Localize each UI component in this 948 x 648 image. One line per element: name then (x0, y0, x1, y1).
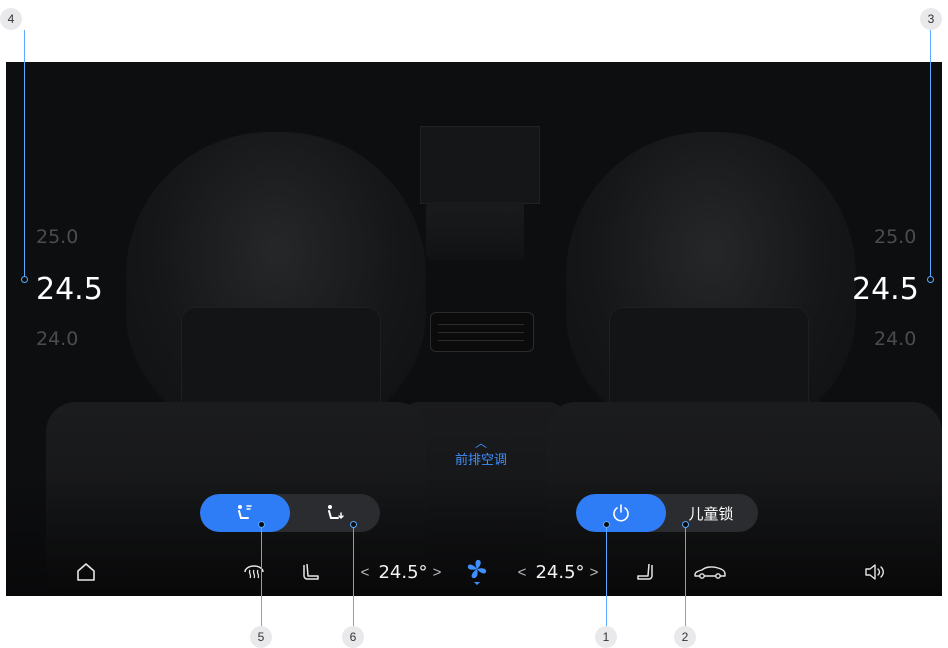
callout-5: 5 (250, 626, 272, 648)
rear-defrost-button[interactable] (236, 548, 272, 596)
airflow-face-button[interactable] (200, 494, 290, 532)
seat-ventilation-icon (634, 561, 654, 583)
child-lock-button[interactable]: 儿童锁 (666, 494, 756, 532)
callout-dot-3 (927, 276, 934, 283)
home-button[interactable] (68, 548, 104, 596)
fan-button[interactable] (462, 548, 492, 596)
power-icon (611, 503, 631, 523)
power-button[interactable] (576, 494, 666, 532)
car-settings-button[interactable] (690, 548, 730, 596)
airflow-feet-icon (324, 503, 346, 523)
callout-2: 2 (674, 626, 696, 648)
callout-dot-4 (21, 276, 28, 283)
callout-4: 4 (0, 8, 22, 30)
callout-line-6 (353, 524, 354, 626)
front-ac-label: 前排空调 (454, 452, 507, 467)
seat-heat-icon (302, 561, 322, 583)
callout-3: 3 (920, 8, 942, 30)
volume-icon (863, 562, 889, 582)
left-arrow-prev: < (360, 563, 370, 581)
callout-6: 6 (342, 626, 364, 648)
climate-screen: 25.0 24.5 24.0 25.0 24.5 24.0 ︿ 前排空调 儿童锁 (6, 62, 942, 596)
airflow-face-icon (234, 503, 256, 523)
left-temp-decrease[interactable]: < (356, 548, 374, 596)
callout-line-3 (930, 30, 931, 278)
fan-icon (464, 557, 490, 587)
right-temp-lower[interactable]: 24.0 (874, 328, 916, 350)
front-ac-button[interactable]: ︿ 前排空调 (451, 436, 511, 468)
callout-line-4 (24, 30, 25, 278)
callout-dot-2 (682, 521, 689, 528)
seat-ventilation-button[interactable] (626, 548, 662, 596)
volume-button[interactable] (858, 548, 894, 596)
left-temp-increase[interactable]: > (428, 548, 446, 596)
home-icon (75, 561, 97, 583)
callout-line-5 (261, 524, 262, 626)
callout-dot-5 (258, 521, 265, 528)
cabin-background (6, 62, 942, 596)
seat-heat-button[interactable] (294, 548, 330, 596)
right-temp-upper[interactable]: 25.0 (874, 226, 916, 248)
right-temp-increase[interactable]: > (585, 548, 603, 596)
left-temp-value: 24.5° (378, 561, 428, 583)
left-temp-display: 24.5° (374, 548, 432, 596)
right-temp-current[interactable]: 24.5 (852, 272, 919, 307)
right-temp-value: 24.5° (535, 561, 585, 583)
car-icon (693, 563, 727, 581)
right-arrow-prev: < (517, 563, 527, 581)
airflow-feet-button[interactable] (290, 494, 380, 532)
chevron-up-icon: ︿ (474, 436, 487, 450)
left-temp-upper[interactable]: 25.0 (36, 226, 78, 248)
callout-line-1 (606, 524, 607, 626)
callout-dot-6 (350, 521, 357, 528)
callout-1: 1 (595, 626, 617, 648)
callout-line-2 (685, 524, 686, 626)
rear-defrost-icon (242, 562, 266, 582)
bottom-bar: < 24.5° > < 24.5° > (6, 548, 942, 596)
left-temp-lower[interactable]: 24.0 (36, 328, 78, 350)
callout-dot-1 (603, 521, 610, 528)
left-temp-current[interactable]: 24.5 (36, 272, 103, 307)
right-temp-display: 24.5° (531, 548, 589, 596)
right-arrow-next: > (589, 563, 599, 581)
left-arrow-next: > (432, 563, 442, 581)
right-temp-decrease[interactable]: < (513, 548, 531, 596)
